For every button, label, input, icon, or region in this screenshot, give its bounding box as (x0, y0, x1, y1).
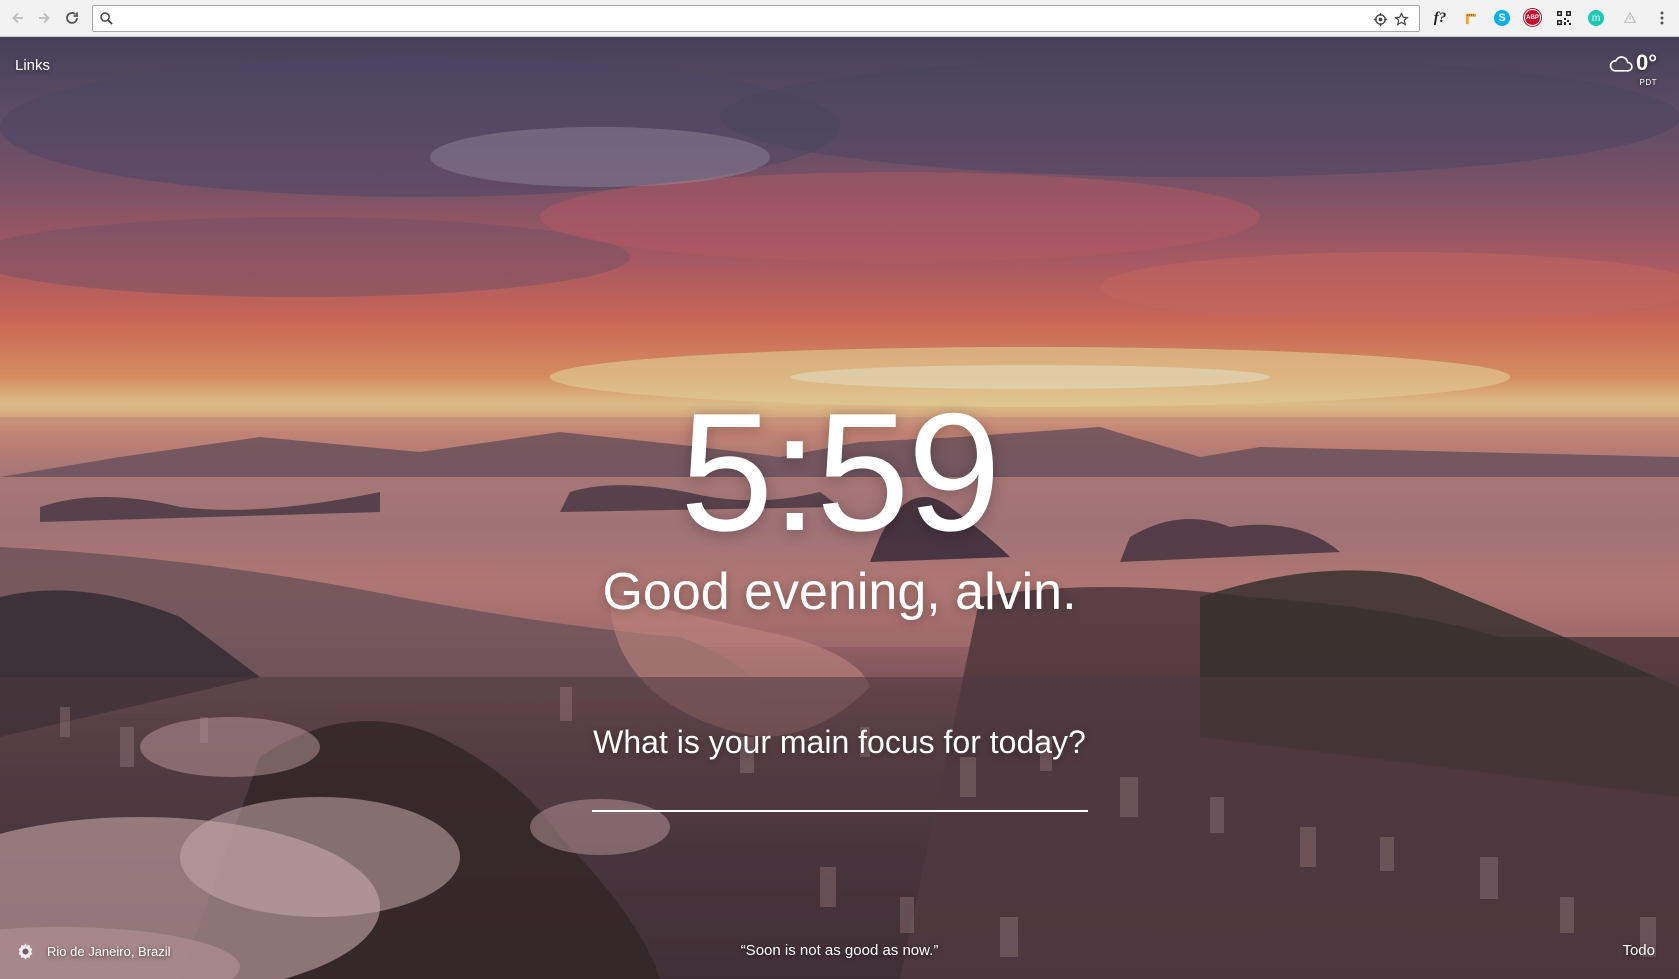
weather-location: PDT (1639, 78, 1657, 87)
skype-icon[interactable]: S (1494, 10, 1510, 26)
reload-button[interactable] (62, 8, 82, 28)
greeting-text: Good evening, alvin. (602, 563, 1077, 621)
forward-button[interactable] (34, 8, 54, 28)
daily-quote[interactable]: “Soon is not as good as now.” (0, 942, 1679, 959)
cloud-icon (1609, 55, 1633, 72)
reload-icon (66, 12, 78, 24)
address-bar[interactable] (92, 5, 1420, 32)
todo-button[interactable]: Todo (1622, 942, 1655, 959)
adblock-plus-icon[interactable]: ABP (1524, 9, 1541, 26)
focus-question: What is your main focus for today? (593, 724, 1086, 760)
extension-m-icon[interactable]: m (1588, 10, 1604, 26)
back-button[interactable] (8, 8, 28, 28)
extension-ruler-icon[interactable] (1461, 8, 1481, 28)
focus-input[interactable] (592, 766, 1088, 812)
weather-temperature: 0° (1635, 50, 1657, 75)
qr-code-icon[interactable] (1554, 8, 1574, 28)
arrow-right-icon (39, 12, 50, 24)
address-input[interactable] (119, 9, 1359, 29)
chrome-menu-icon[interactable] (1652, 8, 1672, 28)
links-button[interactable]: Links (15, 57, 50, 74)
weather-widget[interactable]: 0° PDT (1609, 50, 1657, 87)
arrow-left-icon (12, 12, 23, 24)
browser-toolbar: f? S ABP m (0, 0, 1679, 37)
search-icon (100, 12, 113, 25)
extension-triangle-icon[interactable] (1620, 8, 1640, 28)
clock-time: 5:59 (680, 378, 1001, 566)
bookmark-star-icon[interactable] (1393, 11, 1409, 27)
location-target-icon[interactable] (1372, 11, 1388, 27)
extension-fquestion[interactable]: f? (1430, 8, 1450, 28)
